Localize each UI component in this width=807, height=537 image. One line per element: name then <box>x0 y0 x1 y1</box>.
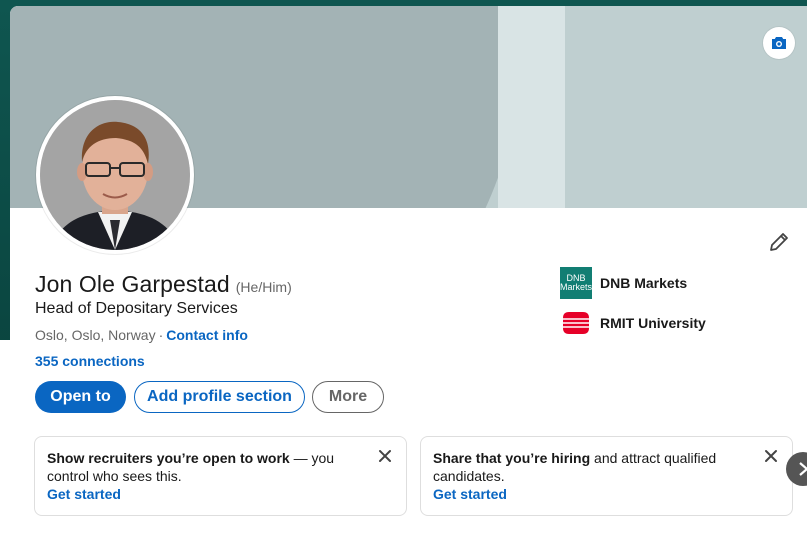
name-row: Jon Ole Garpestad (He/Him) <box>35 271 292 298</box>
close-icon <box>379 450 391 462</box>
org-name: DNB Markets <box>600 275 688 291</box>
connections-link[interactable]: 355 connections <box>35 353 145 369</box>
card-title: Share that you’re hiring <box>433 450 591 466</box>
dismiss-button[interactable] <box>762 447 780 465</box>
close-icon <box>765 450 777 462</box>
edit-background-button[interactable] <box>763 27 795 59</box>
org-item-dnb-markets[interactable]: DNB Markets DNB Markets <box>560 267 687 299</box>
rmit-logo-graphic <box>561 312 591 334</box>
profile-photo-image <box>40 100 190 250</box>
dnb-markets-logo: DNB Markets <box>560 267 592 299</box>
dismiss-button[interactable] <box>376 447 394 465</box>
org-item-rmit-university[interactable]: RMIT University <box>560 307 706 339</box>
get-started-link[interactable]: Get started <box>47 485 370 503</box>
pencil-icon <box>770 233 788 251</box>
org-name: RMIT University <box>600 315 706 331</box>
open-to-button[interactable]: Open to <box>35 381 126 413</box>
pronouns: (He/Him) <box>235 279 292 295</box>
edit-intro-button[interactable] <box>765 228 793 256</box>
more-button[interactable]: More <box>312 381 384 413</box>
profile-headline: Head of Depositary Services <box>35 300 238 317</box>
profile-card: Jon Ole Garpestad (He/Him) Head of Depos… <box>10 6 807 537</box>
get-started-link[interactable]: Get started <box>433 485 756 503</box>
separator: · <box>158 327 164 343</box>
profile-photo[interactable] <box>36 96 194 254</box>
profile-name: Jon Ole Garpestad <box>35 271 230 297</box>
chevron-right-icon <box>799 462 807 476</box>
banner-stripe <box>498 6 565 208</box>
location-row: Oslo, Oslo, Norway · Contact info <box>35 327 248 343</box>
location: Oslo, Oslo, Norway <box>35 327 156 343</box>
add-profile-section-button[interactable]: Add profile section <box>134 381 305 413</box>
open-to-work-card: Show recruiters you’re open to work — yo… <box>34 436 407 516</box>
hiring-card: Share that you’re hiring and attract qua… <box>420 436 793 516</box>
card-title: Show recruiters you’re open to work <box>47 450 290 466</box>
camera-icon <box>772 37 786 49</box>
dnb-logo-subtext: Markets <box>560 282 593 292</box>
rmit-logo <box>560 307 592 339</box>
contact-info-link[interactable]: Contact info <box>166 327 248 343</box>
